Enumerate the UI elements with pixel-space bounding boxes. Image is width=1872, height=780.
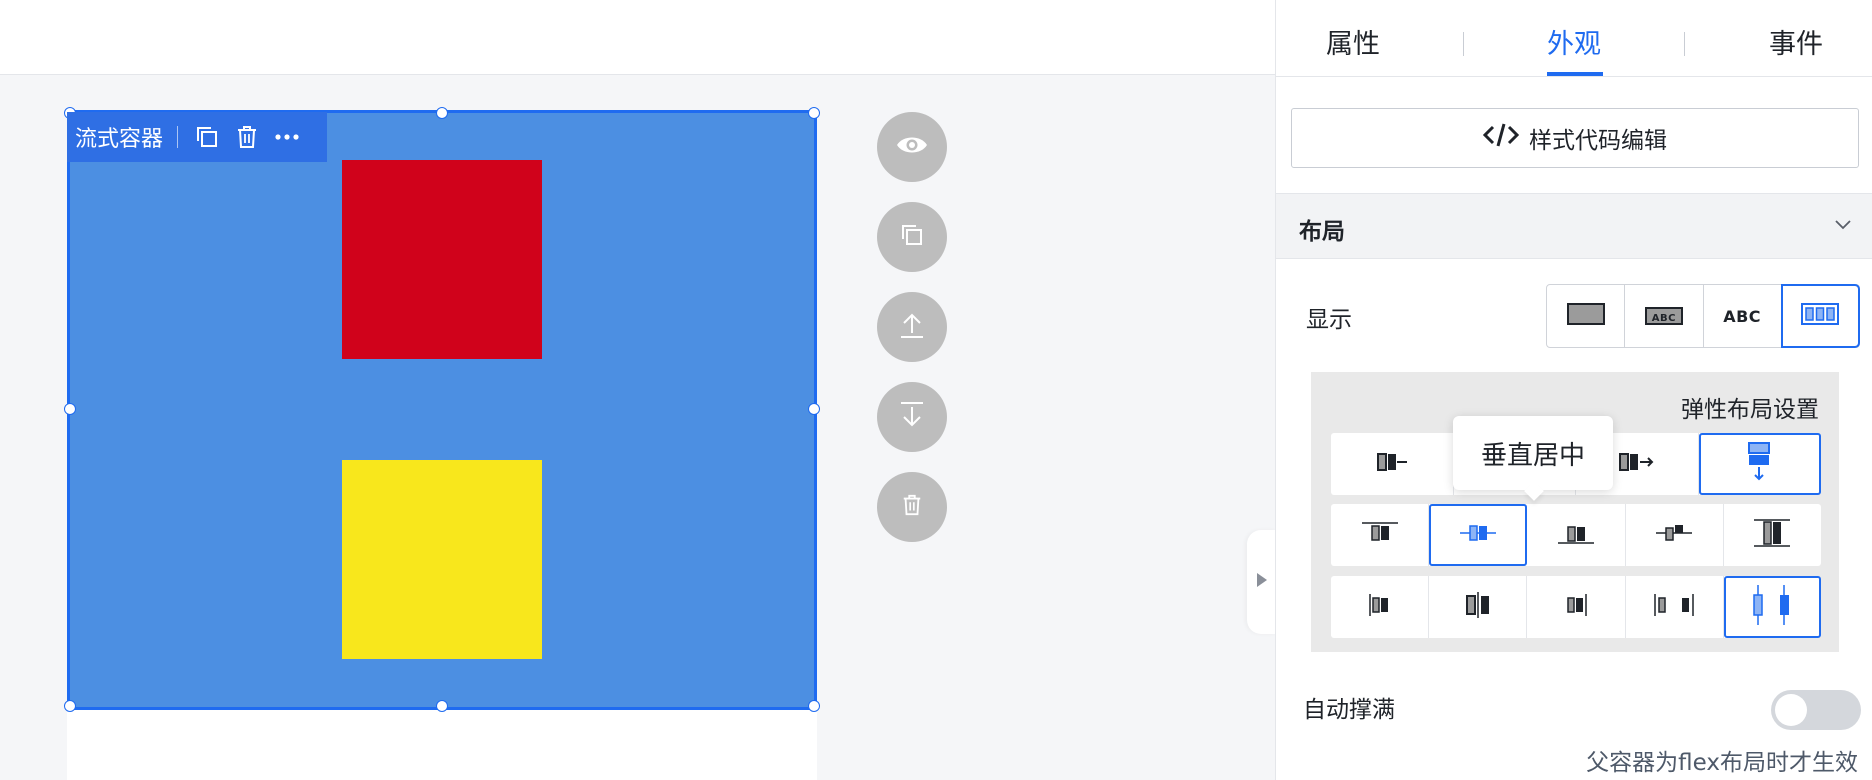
row-direction-icon — [1375, 451, 1409, 477]
panel-collapse-toggle[interactable] — [1247, 530, 1277, 634]
layout-section-title: 布局 — [1299, 219, 1345, 245]
row-arrow-icon — [1618, 451, 1656, 477]
justify-content-row — [1331, 576, 1822, 638]
justify-center-icon — [1458, 590, 1498, 624]
direction-row-option[interactable] — [1331, 433, 1454, 495]
display-inline-option[interactable]: ABC — [1704, 285, 1782, 347]
display-inline-block-option[interactable]: ABC — [1625, 285, 1704, 347]
component-toolbar: 流式容器 — [67, 112, 327, 162]
tab-properties[interactable]: 属性 — [1326, 22, 1380, 61]
align-start-icon — [1360, 521, 1400, 549]
display-block-option[interactable] — [1547, 285, 1626, 347]
justify-space-around-icon — [1750, 583, 1794, 631]
flex-direction-row: 垂直居中 — [1331, 416, 1821, 495]
panel-tabs: 属性 外观 事件 — [1276, 0, 1872, 77]
inline-block-abc-text: ABC — [1651, 313, 1676, 324]
properties-panel: 属性 外观 事件 样式代码编辑 布局 显示 ABC ABC 弹性布局设置 垂直居… — [1275, 0, 1872, 780]
copy-icon[interactable] — [192, 122, 222, 152]
trash-icon — [901, 493, 923, 521]
align-items-row — [1331, 504, 1821, 566]
align-end-option[interactable] — [1527, 504, 1626, 566]
justify-end-option[interactable] — [1527, 576, 1626, 638]
align-center-icon — [1458, 521, 1498, 549]
flex-settings-title: 弹性布局设置 — [1681, 397, 1819, 423]
align-center-option[interactable] — [1429, 504, 1528, 566]
resize-handle-ml[interactable] — [64, 403, 76, 415]
copy-icon — [899, 222, 925, 252]
eye-icon — [896, 134, 928, 160]
align-stretch-icon — [1752, 518, 1792, 552]
red-box[interactable] — [342, 160, 542, 359]
justify-center-option[interactable] — [1429, 576, 1528, 638]
justify-space-between-option[interactable] — [1626, 576, 1724, 638]
resize-handle-bm[interactable] — [436, 700, 448, 712]
tooltip-vertical-center: 垂直居中 — [1453, 416, 1613, 490]
tab-events[interactable]: 事件 — [1769, 22, 1823, 61]
style-code-edit-label: 样式代码编辑 — [1529, 128, 1667, 154]
move-down-button[interactable] — [877, 382, 947, 452]
active-tab-underline — [1547, 72, 1603, 76]
move-up-icon — [899, 311, 925, 343]
caret-right-icon — [1256, 572, 1268, 592]
container-label: 流式容器 — [75, 127, 164, 152]
toolbar-divider — [177, 126, 179, 148]
resize-handle-bl[interactable] — [64, 700, 76, 712]
delete-button[interactable] — [877, 472, 947, 542]
resize-handle-tm[interactable] — [436, 107, 448, 119]
align-baseline-option[interactable] — [1626, 504, 1724, 566]
layout-section-header[interactable]: 布局 — [1276, 193, 1872, 259]
auto-fill-toggle[interactable] — [1771, 690, 1861, 730]
align-start-option[interactable] — [1331, 504, 1430, 566]
flex-icon — [1801, 303, 1840, 329]
justify-start-option[interactable] — [1331, 576, 1430, 638]
direction-column-option[interactable] — [1698, 433, 1821, 495]
align-end-icon — [1556, 521, 1596, 549]
inline-block-icon: ABC — [1644, 307, 1683, 325]
auto-fill-hint: 父容器为flex布局时才生效 — [1586, 750, 1858, 776]
resize-handle-mr[interactable] — [808, 403, 820, 415]
duplicate-button[interactable] — [877, 202, 947, 272]
flex-settings-panel: 弹性布局设置 垂直居中 — [1311, 372, 1839, 652]
align-stretch-option[interactable] — [1724, 504, 1821, 566]
yellow-box[interactable] — [342, 460, 542, 659]
resize-handle-tr[interactable] — [808, 107, 820, 119]
code-icon — [1482, 122, 1520, 154]
preview-button[interactable] — [877, 112, 947, 182]
chevron-down-icon — [1833, 214, 1853, 238]
justify-space-around-option[interactable] — [1723, 576, 1822, 638]
move-up-button[interactable] — [877, 292, 947, 362]
display-mode-selector: ABC ABC — [1546, 284, 1861, 348]
toggle-knob — [1775, 694, 1807, 726]
justify-space-between-icon — [1652, 592, 1696, 622]
top-bar — [0, 0, 1275, 75]
tab-appearance[interactable]: 外观 — [1547, 22, 1601, 61]
move-down-icon — [899, 401, 925, 433]
resize-handle-br[interactable] — [808, 700, 820, 712]
align-baseline-icon — [1654, 521, 1694, 549]
more-icon[interactable] — [272, 122, 302, 152]
display-label: 显示 — [1306, 307, 1352, 333]
block-icon — [1566, 303, 1605, 329]
trash-icon[interactable] — [232, 122, 262, 152]
auto-fill-label: 自动撑满 — [1303, 697, 1395, 723]
justify-end-icon — [1556, 592, 1596, 622]
column-direction-icon — [1746, 441, 1772, 487]
tab-divider — [1463, 32, 1464, 56]
justify-start-icon — [1360, 592, 1400, 622]
style-code-edit-button[interactable]: 样式代码编辑 — [1291, 108, 1859, 168]
tab-divider — [1684, 32, 1685, 56]
inline-abc-text: ABC — [1723, 306, 1762, 326]
display-flex-option[interactable] — [1780, 284, 1861, 348]
